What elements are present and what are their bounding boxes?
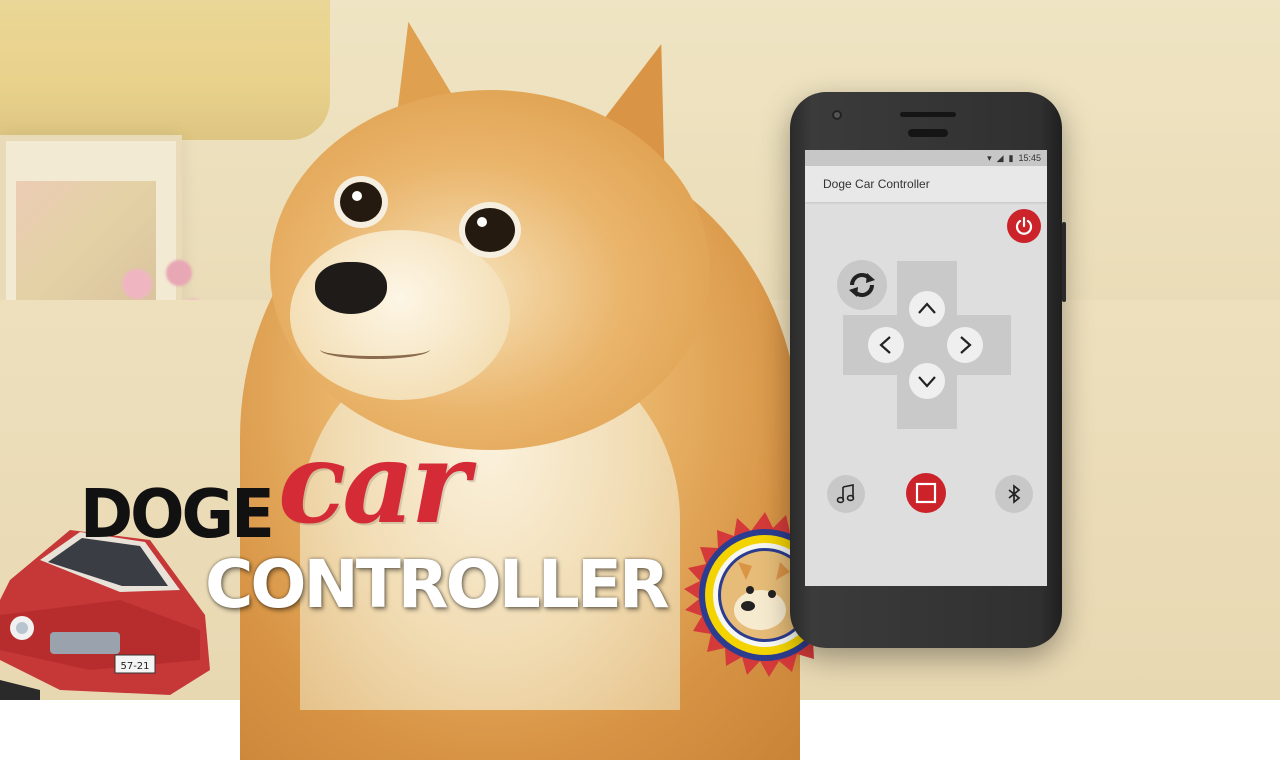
dog-mouth <box>320 340 430 359</box>
left-button[interactable] <box>868 327 904 363</box>
app-title: Doge Car Controller <box>823 177 930 191</box>
title-doge: DOGE <box>80 476 275 554</box>
stop-button[interactable] <box>906 473 946 513</box>
status-time: 15:45 <box>1018 153 1041 163</box>
bluetooth-icon <box>1008 484 1021 504</box>
music-note-icon <box>836 484 855 504</box>
dog-eye-right <box>465 208 515 252</box>
license-plate: 57-21 <box>120 661 149 672</box>
stop-icon <box>915 482 937 504</box>
bluetooth-button[interactable] <box>995 475 1033 513</box>
status-bar: ▾ ◢ ▮ 15:45 <box>805 150 1047 166</box>
signal-icon: ◢ <box>996 152 1004 163</box>
music-button[interactable] <box>827 475 865 513</box>
chevron-down-icon <box>918 376 936 388</box>
dog-muzzle <box>290 230 510 400</box>
dog-eye-left <box>340 182 382 222</box>
chevron-up-icon <box>918 302 936 314</box>
app-bar: Doge Car Controller <box>805 166 1047 202</box>
earpiece <box>900 112 956 117</box>
rotate-button[interactable] <box>837 260 887 310</box>
title-car: car <box>278 418 470 549</box>
battery-icon: ▮ <box>1008 152 1014 163</box>
rotate-icon <box>849 273 875 297</box>
chevron-left-icon <box>879 336 891 354</box>
down-button[interactable] <box>909 363 945 399</box>
phone-device: ▾ ◢ ▮ 15:45 Doge Car Controller <box>790 92 1066 648</box>
up-button[interactable] <box>909 291 945 327</box>
wifi-icon: ▾ <box>987 152 992 163</box>
title-controller: CONTROLLER <box>205 546 670 623</box>
power-icon <box>1015 216 1033 235</box>
front-camera <box>832 110 842 120</box>
phone-side-button <box>1062 222 1066 302</box>
dog-nose <box>315 262 387 314</box>
power-button[interactable] <box>1007 209 1041 243</box>
right-button[interactable] <box>947 327 983 363</box>
speaker-slot <box>908 129 948 137</box>
chevron-right-icon <box>960 336 972 354</box>
phone-screen: ▾ ◢ ▮ 15:45 Doge Car Controller <box>805 150 1047 586</box>
